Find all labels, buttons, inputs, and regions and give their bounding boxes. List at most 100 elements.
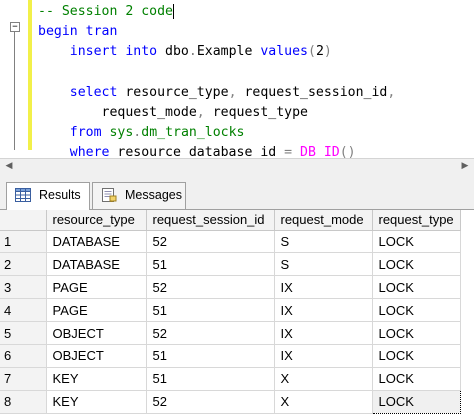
cell-resource-type[interactable]: PAGE xyxy=(46,298,147,323)
cell-request-mode[interactable]: S xyxy=(274,252,373,277)
cell-resource-type[interactable]: DATABASE xyxy=(46,230,147,254)
cell-request-session-id[interactable]: 52 xyxy=(146,275,275,300)
cell-request-mode[interactable]: IX xyxy=(274,275,373,300)
results-tab-bar: Results Messages xyxy=(0,174,474,210)
code-token: , xyxy=(228,84,245,100)
code-token: = xyxy=(284,145,301,158)
cell-request-type[interactable]: LOCK xyxy=(371,389,461,414)
row-number[interactable]: 1 xyxy=(0,230,47,254)
row-number[interactable]: 6 xyxy=(0,344,47,368)
cell-resource-type[interactable]: PAGE xyxy=(46,275,147,300)
code-token: select xyxy=(38,84,126,100)
code-line[interactable]: from sys.dm_tran_locks xyxy=(38,123,395,143)
code-token: ( xyxy=(308,44,316,60)
table-row[interactable]: 2 DATABASE 51 S LOCK xyxy=(0,252,461,277)
code-line[interactable]: begin tran xyxy=(38,22,395,42)
code-token: resource_type xyxy=(125,84,229,100)
code-line[interactable]: insert into dbo.Example values(2) xyxy=(38,42,395,62)
code-token: () xyxy=(339,145,356,158)
tab-messages[interactable]: Messages xyxy=(92,182,186,209)
code-token: sys xyxy=(109,125,134,141)
cell-request-session-id[interactable]: 52 xyxy=(146,321,275,345)
cell-request-session-id[interactable]: 51 xyxy=(146,344,275,368)
table-row[interactable]: 6 OBJECT 51 IX LOCK xyxy=(0,344,461,368)
cell-request-session-id[interactable]: 51 xyxy=(146,252,275,277)
cell-request-type[interactable]: LOCK xyxy=(372,298,461,323)
code-token: begin xyxy=(38,24,86,40)
cell-request-type[interactable]: LOCK xyxy=(372,275,461,300)
code-token: , xyxy=(196,104,213,120)
row-number[interactable]: 5 xyxy=(0,321,47,345)
tab-results[interactable]: Results xyxy=(6,182,90,210)
row-number[interactable]: 8 xyxy=(0,390,47,414)
cell-request-session-id[interactable]: 51 xyxy=(146,367,275,391)
row-number[interactable]: 2 xyxy=(0,252,47,277)
cell-resource-type[interactable]: OBJECT xyxy=(46,344,147,368)
corner-cell[interactable] xyxy=(0,210,47,231)
cell-resource-type[interactable]: KEY xyxy=(46,367,147,391)
cell-request-mode[interactable]: X xyxy=(274,367,373,391)
row-number[interactable]: 3 xyxy=(0,275,47,300)
cell-request-type[interactable]: LOCK xyxy=(372,252,461,277)
code-token: request_session_id xyxy=(244,84,388,100)
results-table: resource_type request_session_id request… xyxy=(0,210,461,414)
table-row[interactable]: 7 KEY 51 X LOCK xyxy=(0,367,461,391)
cell-request-type[interactable]: LOCK xyxy=(372,230,461,254)
messages-icon xyxy=(102,188,117,202)
code-token: request_type xyxy=(212,104,308,120)
cell-request-mode[interactable]: IX xyxy=(274,344,373,368)
code-token: values xyxy=(260,44,308,60)
cell-request-session-id[interactable]: 51 xyxy=(146,298,275,323)
cell-request-mode[interactable]: X xyxy=(274,390,373,414)
query-editor[interactable]: − -- Session 2 code begin tran insert int… xyxy=(0,0,474,158)
table-row[interactable]: 1 DATABASE 52 S LOCK xyxy=(0,230,461,254)
code-line[interactable]: where resource_database_id = DB_ID() xyxy=(38,143,395,158)
header-row: resource_type request_session_id request… xyxy=(0,210,461,231)
code-token: where xyxy=(38,145,118,158)
code-token: ) xyxy=(323,44,332,60)
row-number[interactable]: 4 xyxy=(0,298,47,323)
cell-request-type[interactable]: LOCK xyxy=(372,344,461,368)
code-line[interactable]: select resource_type, request_session_id… xyxy=(38,83,396,103)
cell-resource-type[interactable]: OBJECT xyxy=(46,321,147,345)
cell-request-mode[interactable]: S xyxy=(274,230,373,254)
change-tracking-bar xyxy=(28,0,32,150)
row-number[interactable]: 7 xyxy=(0,367,47,391)
code-token: insert into xyxy=(38,44,166,60)
table-row[interactable]: 3 PAGE 52 IX LOCK xyxy=(0,275,461,300)
cell-resource-type[interactable]: KEY xyxy=(46,390,147,414)
code-token: , xyxy=(387,84,396,100)
cell-request-mode[interactable]: IX xyxy=(274,298,373,323)
column-header-request-mode[interactable]: request_mode xyxy=(274,210,373,231)
table-row[interactable]: 5 OBJECT 52 IX LOCK xyxy=(0,321,461,345)
column-header-request-session-id[interactable]: request_session_id xyxy=(146,210,275,231)
cell-request-type[interactable]: LOCK xyxy=(372,367,461,391)
column-header-resource-type[interactable]: resource_type xyxy=(46,210,147,231)
cell-request-session-id[interactable]: 52 xyxy=(146,390,275,414)
table-row[interactable]: 8 KEY 52 X LOCK xyxy=(0,389,461,414)
editor-horizontal-scrollbar[interactable]: ◀ ▶ xyxy=(0,158,474,174)
code-token: . xyxy=(188,44,197,60)
code-line[interactable]: -- Session 2 code xyxy=(38,2,395,22)
cell-request-mode[interactable]: IX xyxy=(274,321,373,345)
cell-resource-type[interactable]: DATABASE xyxy=(46,252,147,277)
tab-messages-label: Messages xyxy=(125,188,182,202)
cell-request-session-id[interactable]: 52 xyxy=(146,230,275,254)
code-token: from xyxy=(38,125,110,141)
tab-results-label: Results xyxy=(39,188,81,202)
scroll-right-arrow-icon[interactable]: ▶ xyxy=(460,161,470,171)
table-row[interactable]: 4 PAGE 51 IX LOCK xyxy=(0,298,461,323)
code-token: dbo xyxy=(165,44,189,60)
results-grid[interactable]: resource_type request_session_id request… xyxy=(0,210,474,417)
code-token: resource_database_id xyxy=(117,145,285,158)
code-area[interactable]: -- Session 2 code begin tran insert into … xyxy=(38,2,395,158)
code-token: request_mode xyxy=(38,104,197,120)
scroll-left-arrow-icon[interactable]: ◀ xyxy=(4,161,14,171)
code-token: -- Session 2 code xyxy=(38,4,173,19)
cell-request-type[interactable]: LOCK xyxy=(372,321,461,345)
column-header-request-type[interactable]: request_type xyxy=(372,210,461,231)
code-token: tran xyxy=(85,24,118,40)
code-line[interactable] xyxy=(38,63,395,83)
minus-collapse-icon[interactable]: − xyxy=(10,22,20,32)
code-line[interactable]: request_mode, request_type xyxy=(38,103,395,123)
